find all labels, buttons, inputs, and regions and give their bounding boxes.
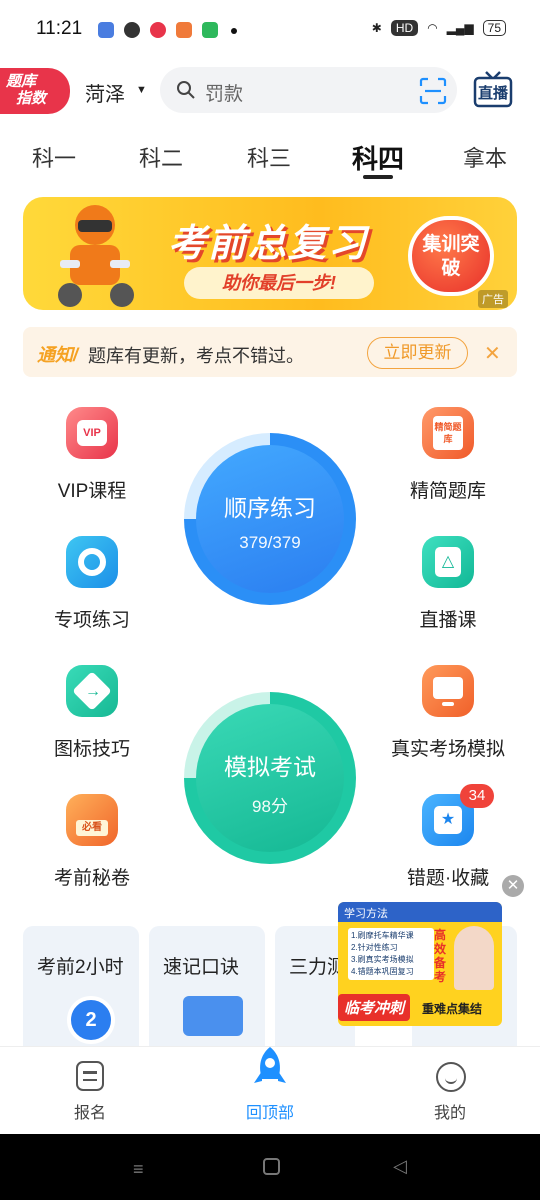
nav-register[interactable]: 报名	[74, 1099, 106, 1123]
notice-text: 题库有更新，考点不错过。	[88, 346, 304, 366]
signal-icon: ▂▄▆	[446, 21, 474, 35]
grid-item-simplified[interactable]: 精简题库 精简题库	[410, 407, 528, 503]
message-icon	[202, 22, 218, 38]
app-icon	[176, 22, 192, 38]
live-label: 直播	[477, 85, 508, 102]
grid-label: VIP课程	[57, 481, 127, 502]
grid-label: 专项练习	[53, 610, 130, 631]
grid-item-icon-tips[interactable]: → 图标技巧	[54, 665, 172, 761]
status-time: 11:21	[36, 18, 83, 39]
float-ad-line1: 1.刷摩托车精华课	[351, 931, 414, 940]
paper-icon: 必看	[66, 794, 118, 846]
system-nav-bar: ≡ ◁	[0, 1134, 540, 1200]
search-placeholder: 罚款	[205, 84, 244, 105]
battery-icon: 75	[482, 20, 506, 36]
banner-badge-text: 集训突破	[422, 234, 480, 279]
banner-badge: 集训突破	[408, 216, 494, 296]
grid-label: 精简题库	[409, 481, 486, 502]
grid-item-vip[interactable]: VIP VIP课程	[58, 407, 172, 503]
grid-item-secret-paper[interactable]: 必看 考前秘卷	[54, 794, 172, 890]
tab-ke4[interactable]: 科四	[352, 139, 404, 176]
ad-tag: 广告	[478, 290, 508, 308]
simplified-icon-text: 精简题库	[433, 416, 463, 450]
chevron-down-icon[interactable]: ▼	[136, 84, 147, 96]
float-ad-tag2: 重难点集结	[422, 1002, 483, 1016]
nav-back-to-top[interactable]: 回顶部	[246, 1099, 294, 1123]
tab-ke2[interactable]: 科二	[139, 141, 183, 173]
hd-icon: HD	[390, 20, 419, 36]
vip-icon: VIP	[66, 407, 118, 459]
notification-dot-icon	[231, 28, 237, 34]
live-course-icon: △	[422, 536, 474, 588]
float-ad-list: 1.刷摩托车精华课 2.针对性练习 3.刷真实考场模拟 4.错题本巩固复习	[348, 928, 434, 980]
nav-mine[interactable]: 我的	[434, 1099, 466, 1123]
menu-icon[interactable]: ≡	[133, 1159, 144, 1180]
status-right: ✱ HD ◠ ▂▄▆ 75	[372, 20, 506, 36]
status-bar: 11:21 ✱ HD ◠ ▂▄▆ 75	[0, 0, 540, 60]
exam-score: 98分	[252, 797, 288, 816]
bluetooth-icon: ✱	[371, 21, 382, 35]
mock-exam-button[interactable]: 模拟考试 98分	[196, 704, 344, 852]
float-ad-line3: 3.刷真实考场模拟	[351, 955, 414, 964]
target-icon	[66, 536, 118, 588]
baidu-icon	[98, 22, 114, 38]
tab-indicator	[363, 175, 393, 179]
logo[interactable]: 题库 指数	[0, 68, 70, 114]
card-label: 考前2小时	[37, 957, 124, 978]
grid-item-real-exam[interactable]: 真实考场模拟	[391, 665, 528, 761]
practice-title: 顺序练习	[224, 495, 316, 521]
grid-label: 图标技巧	[53, 739, 130, 760]
register-icon[interactable]	[76, 1061, 104, 1091]
tab-naben[interactable]: 拿本	[463, 141, 507, 173]
float-ad-line4: 4.错题本巩固复习	[351, 967, 414, 976]
smile-icon[interactable]	[436, 1062, 466, 1092]
monitor-icon	[422, 665, 474, 717]
simplified-bank-icon: 精简题库	[422, 407, 474, 459]
float-ad-tag1: 临考冲刺	[338, 994, 411, 1021]
scan-icon[interactable]	[419, 77, 447, 105]
vip-icon-text: VIP	[77, 420, 107, 446]
notice-tag: 通知/	[37, 345, 79, 365]
close-icon[interactable]: ✕	[484, 341, 501, 366]
back-icon[interactable]: ◁	[393, 1156, 407, 1177]
tab-ke1[interactable]: 科一	[32, 141, 76, 173]
grid-item-special[interactable]: 专项练习	[54, 536, 172, 632]
home-icon[interactable]	[263, 1158, 280, 1175]
grid-label: 真实考场模拟	[390, 739, 505, 760]
wifi-icon: ◠	[427, 21, 438, 35]
practice-progress: 379/379	[239, 533, 301, 552]
card-mnemonics[interactable]: 速记口诀	[149, 926, 265, 1056]
tab-ke3[interactable]: 科三	[247, 141, 291, 173]
exam-title: 模拟考试	[224, 754, 316, 780]
sequential-practice-button[interactable]: 顺序练习 379/379	[196, 445, 344, 593]
map-pin-icon	[150, 22, 166, 38]
card-label: 速记口诀	[163, 957, 240, 978]
rider-illustration	[58, 205, 134, 307]
grid-item-live-course[interactable]: △ 直播课	[419, 536, 528, 632]
city-selector[interactable]: 菏泽	[85, 78, 125, 107]
banner-title: 考前总复习	[168, 223, 369, 265]
board-icon	[183, 996, 243, 1036]
rocket-icon[interactable]	[248, 1045, 292, 1091]
presenter-illustration	[454, 926, 494, 990]
logo-line2: 指数	[16, 90, 47, 107]
update-button[interactable]: 立即更新	[367, 337, 468, 369]
grid-label: 直播课	[419, 610, 477, 631]
card-2hours[interactable]: 考前2小时 2	[23, 926, 139, 1056]
wechat-icon	[124, 22, 140, 38]
logo-line1: 题库	[6, 73, 37, 90]
close-icon[interactable]: ✕	[502, 875, 524, 897]
grid-label: 考前秘卷	[53, 868, 130, 889]
turn-right-sign-icon: →	[66, 665, 118, 717]
float-ad-header: 学习方法	[338, 902, 502, 922]
search-icon	[177, 81, 195, 99]
float-ad-side: 高效备考	[434, 928, 447, 984]
float-ad-line2: 2.针对性练习	[351, 943, 398, 952]
stopwatch-icon: 2	[67, 996, 115, 1044]
count-badge: 34	[460, 784, 494, 808]
floating-ad[interactable]: 学习方法 1.刷摩托车精华课 2.针对性练习 3.刷真实考场模拟 4.错题本巩固…	[338, 902, 502, 1026]
paper-icon-text: 必看	[76, 820, 108, 836]
banner-subtitle: 助你最后一步!	[184, 267, 374, 299]
live-button[interactable]: 直播	[473, 70, 513, 108]
